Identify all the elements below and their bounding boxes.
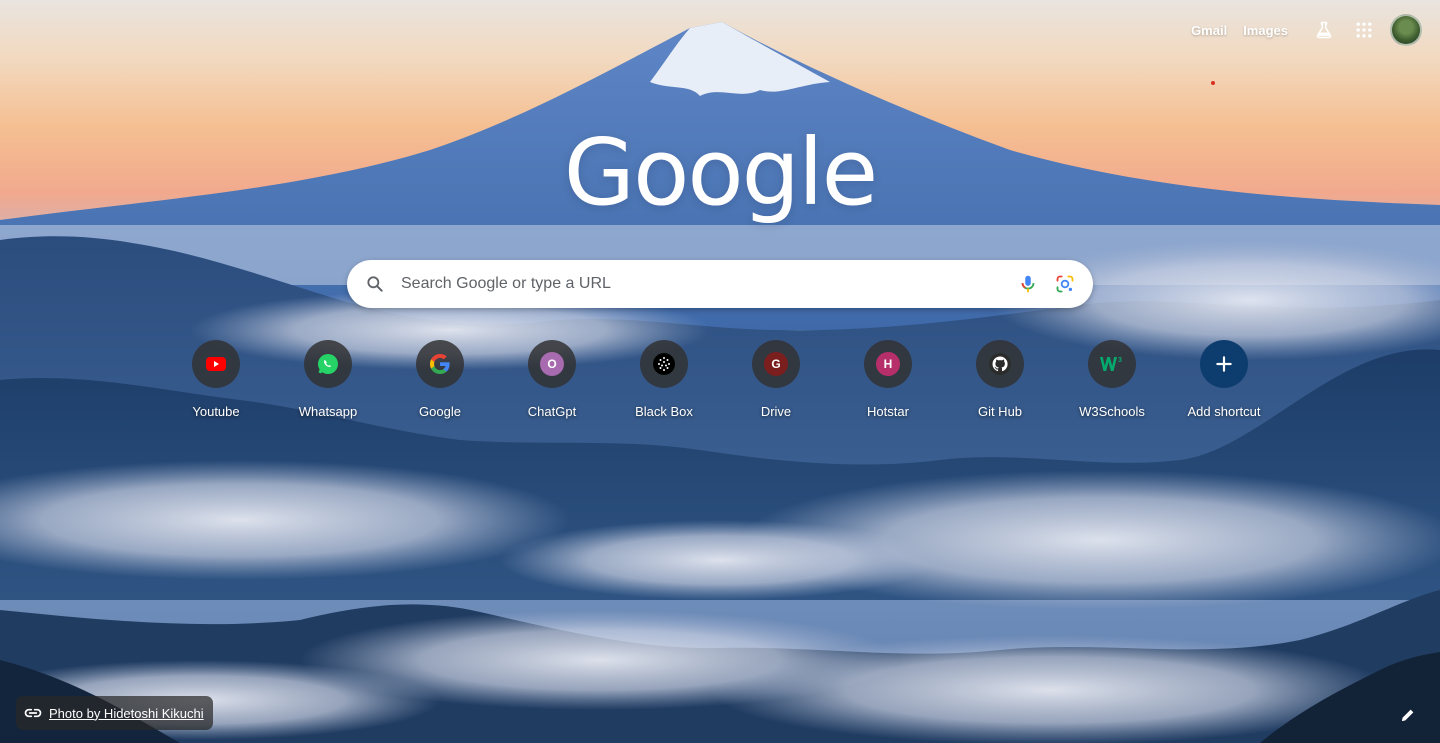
photo-credit-link[interactable]: Photo by Hidetoshi Kikuchi <box>16 696 213 730</box>
shortcut-github[interactable]: Git Hub <box>944 340 1056 430</box>
pencil-icon[interactable] <box>1396 703 1420 727</box>
shortcut-label: Git Hub <box>977 404 1023 419</box>
top-bar: Gmail Images <box>1191 14 1422 46</box>
plus-icon <box>1216 356 1232 372</box>
shortcut-label: Whatsapp <box>298 404 358 419</box>
photo-credit-text: Photo by Hidetoshi Kikuchi <box>49 705 204 721</box>
github-icon <box>989 353 1011 375</box>
drive-letter-icon: G <box>764 352 788 376</box>
lens-icon[interactable] <box>1053 272 1077 296</box>
shortcut-label: Black Box <box>635 404 693 419</box>
account-avatar[interactable] <box>1390 14 1422 46</box>
shortcut-whatsapp[interactable]: Whatsapp <box>272 340 384 430</box>
blackbox-icon <box>653 353 675 375</box>
youtube-icon <box>206 357 226 371</box>
shortcuts-row: Youtube Whatsapp Google O ChatGpt Black … <box>160 340 1280 430</box>
shortcut-label: W3Schools <box>1079 404 1145 419</box>
images-link[interactable]: Images <box>1243 23 1288 38</box>
search-box[interactable] <box>347 260 1093 308</box>
svg-text:3: 3 <box>1118 357 1122 364</box>
shortcut-drive[interactable]: G Drive <box>720 340 832 430</box>
shortcut-chatgpt[interactable]: O ChatGpt <box>496 340 608 430</box>
notification-dot <box>1211 81 1215 85</box>
shortcut-label: Add shortcut <box>1187 404 1261 419</box>
shortcut-blackbox[interactable]: Black Box <box>608 340 720 430</box>
shortcut-hotstar[interactable]: H Hotstar <box>832 340 944 430</box>
gmail-link[interactable]: Gmail <box>1191 23 1227 38</box>
add-shortcut-button[interactable]: Add shortcut <box>1168 340 1280 430</box>
shortcut-label: Hotstar <box>867 404 909 419</box>
link-icon <box>23 703 43 723</box>
hotstar-letter-icon: H <box>876 352 900 376</box>
google-logo: Google <box>563 119 878 226</box>
shortcut-w3schools[interactable]: 3 W3Schools <box>1056 340 1168 430</box>
w3schools-icon: 3 <box>1100 357 1122 371</box>
shortcut-label: Google <box>419 404 461 419</box>
shortcut-youtube[interactable]: Youtube <box>160 340 272 430</box>
shortcut-label: ChatGpt <box>527 404 577 419</box>
labs-flask-icon[interactable] <box>1304 10 1344 50</box>
shortcut-google[interactable]: Google <box>384 340 496 430</box>
chatgpt-letter-icon: O <box>540 352 564 376</box>
search-icon <box>365 274 385 294</box>
apps-grid-icon[interactable] <box>1344 10 1384 50</box>
whatsapp-icon <box>318 354 338 374</box>
shortcut-label: Drive <box>760 404 792 419</box>
google-g-icon <box>430 354 450 374</box>
search-input[interactable] <box>399 274 1016 294</box>
mic-icon[interactable] <box>1016 272 1040 296</box>
shortcut-label: Youtube <box>192 404 240 419</box>
